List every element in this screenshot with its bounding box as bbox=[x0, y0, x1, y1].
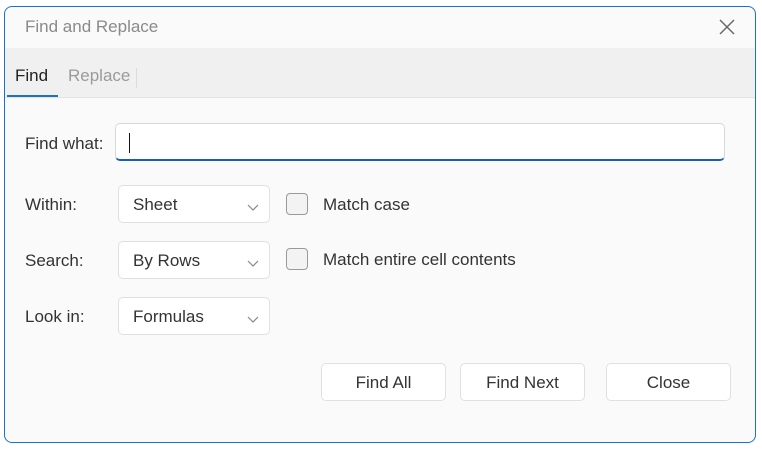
match-entire-cell-checkbox[interactable] bbox=[286, 248, 308, 270]
chevron-down-icon bbox=[247, 199, 259, 211]
within-label: Within: bbox=[25, 195, 77, 214]
title-bar[interactable]: Find and Replace bbox=[5, 7, 755, 47]
chevron-down-icon bbox=[247, 311, 259, 323]
dialog-title: Find and Replace bbox=[25, 17, 159, 36]
chevron-down-icon bbox=[247, 255, 259, 267]
find-what-input[interactable] bbox=[115, 123, 725, 161]
look-in-selected-value: Formulas bbox=[133, 307, 204, 326]
search-selected-value: By Rows bbox=[133, 251, 201, 270]
tab-bar: Find Replace bbox=[5, 48, 755, 98]
close-button[interactable]: Close bbox=[606, 363, 731, 401]
match-entire-cell-label[interactable]: Match entire cell contents bbox=[323, 250, 516, 270]
text-cursor bbox=[129, 133, 130, 153]
find-replace-dialog: Find and Replace Find Replace Find what:… bbox=[4, 6, 756, 443]
tab-find[interactable]: Find bbox=[15, 66, 48, 86]
find-what-label: Find what: bbox=[25, 134, 104, 153]
within-selected-value: Sheet bbox=[133, 195, 178, 214]
match-case-label[interactable]: Match case bbox=[323, 195, 410, 215]
close-icon[interactable] bbox=[717, 17, 737, 37]
active-tab-indicator bbox=[7, 95, 58, 97]
find-all-button[interactable]: Find All bbox=[321, 363, 446, 401]
look-in-dropdown[interactable]: Formulas bbox=[118, 297, 270, 335]
within-dropdown[interactable]: Sheet bbox=[118, 185, 270, 223]
search-dropdown[interactable]: By Rows bbox=[118, 241, 270, 279]
search-label: Search: bbox=[25, 251, 84, 270]
tab-replace[interactable]: Replace bbox=[68, 66, 130, 86]
look-in-label: Look in: bbox=[25, 307, 85, 326]
find-next-button[interactable]: Find Next bbox=[460, 363, 585, 401]
match-case-checkbox[interactable] bbox=[286, 193, 308, 215]
tab-divider bbox=[136, 68, 137, 88]
